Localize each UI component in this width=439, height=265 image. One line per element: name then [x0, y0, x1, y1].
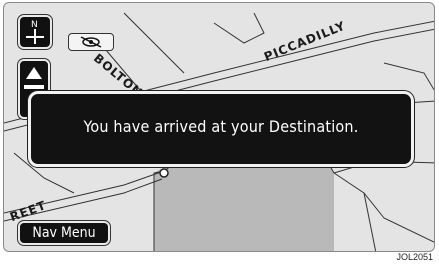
image-caption: JOL2051 — [396, 252, 433, 262]
arrival-dialog[interactable]: You have arrived at your Destination. — [28, 91, 414, 167]
arrival-message: You have arrived at your Destination. — [83, 117, 359, 136]
road — [123, 12, 185, 74]
north-up-button[interactable]: N — [18, 15, 52, 49]
nav-menu-button[interactable]: Nav Menu — [18, 221, 110, 245]
road — [363, 192, 377, 251]
road — [213, 12, 265, 44]
route-node — [159, 168, 169, 178]
voice-muted-icon — [68, 33, 114, 51]
svg-text:N: N — [31, 20, 38, 30]
north-up-compass-icon: N — [26, 20, 44, 44]
road — [333, 172, 434, 243]
navigation-screen: BOLTON ST PICCADILLY REET N You have arr… — [3, 2, 435, 252]
road — [383, 62, 434, 91]
